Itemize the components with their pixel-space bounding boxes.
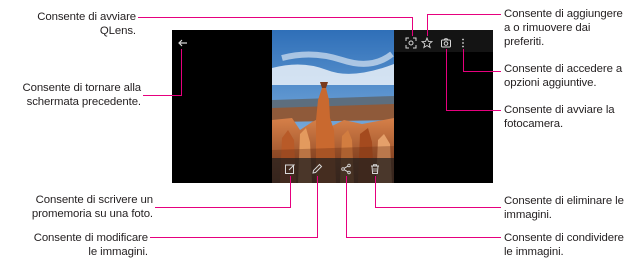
back-leader-line-vertical bbox=[181, 49, 182, 96]
callout-line: Consente di avviare bbox=[37, 11, 136, 23]
memo-leader-line-vertical bbox=[290, 176, 291, 208]
share-icon[interactable] bbox=[340, 163, 352, 175]
favorite-callout: Consente di aggiungere a o rimuovere dai… bbox=[504, 7, 623, 49]
qlens-icon[interactable] bbox=[405, 37, 417, 49]
qlens-leader-line-vertical bbox=[412, 17, 413, 36]
callout-line: immagini. bbox=[504, 209, 552, 221]
camera-leader-line bbox=[446, 110, 501, 111]
callout-line: promemoria su una foto. bbox=[31, 208, 153, 220]
edit-callout: Consente di modificare le immagini. bbox=[34, 231, 148, 259]
callout-line: schermata precedente. bbox=[26, 96, 142, 108]
memo-leader-line bbox=[155, 207, 290, 208]
more-callout: Consente di accedere a opzioni aggiuntiv… bbox=[504, 62, 622, 90]
callout-line: Consente di tornare alla bbox=[22, 82, 141, 94]
delete-leader-line-vertical bbox=[375, 176, 376, 208]
callout-line: Consente di modificare bbox=[33, 232, 148, 244]
delete-leader-line bbox=[375, 207, 501, 208]
callout-line: Consente di scrivere un bbox=[35, 194, 153, 206]
callout-line: Consente di eliminare le bbox=[504, 195, 624, 207]
callout-line: a o rimuovere dai bbox=[504, 22, 591, 34]
callout-line: preferiti. bbox=[504, 36, 545, 48]
callout-line: le immagini. bbox=[88, 246, 148, 258]
callout-line: Consente di condividere bbox=[504, 232, 624, 244]
memo-icon[interactable] bbox=[284, 163, 296, 175]
more-leader-line-vertical bbox=[463, 49, 464, 72]
callout-line: Consente di avviare la bbox=[504, 104, 615, 116]
callout-line: fotocamera. bbox=[504, 118, 564, 130]
more-leader-line bbox=[463, 71, 501, 72]
back-leader-line bbox=[143, 95, 182, 96]
edit-leader-line-vertical bbox=[317, 176, 318, 238]
edit-leader-line bbox=[150, 237, 318, 238]
camera-leader-line-vertical bbox=[446, 49, 447, 111]
more-vertical-icon[interactable] bbox=[457, 37, 469, 49]
camera-callout: Consente di avviare la fotocamera. bbox=[504, 103, 615, 131]
pencil-icon[interactable] bbox=[311, 163, 323, 175]
camera-icon[interactable] bbox=[440, 37, 452, 49]
callout-line: opzioni aggiuntive. bbox=[504, 77, 597, 89]
share-callout: Consente di condividere le immagini. bbox=[504, 231, 624, 259]
favorite-leader-line bbox=[427, 14, 501, 15]
star-icon[interactable] bbox=[421, 37, 433, 49]
callout-line: le immagini. bbox=[504, 246, 564, 258]
delete-callout: Consente di eliminare le immagini. bbox=[504, 194, 624, 222]
back-arrow-icon[interactable] bbox=[177, 37, 189, 49]
callout-line: Consente di accedere a bbox=[504, 63, 623, 75]
share-leader-line bbox=[346, 237, 501, 238]
memo-callout: Consente di scrivere un promemoria su un… bbox=[32, 193, 153, 221]
share-leader-line-vertical bbox=[346, 176, 347, 238]
callout-line: Consente di aggiungere bbox=[504, 8, 623, 20]
trash-icon[interactable] bbox=[369, 163, 381, 175]
back-callout: Consente di tornare alla schermata prece… bbox=[22, 81, 141, 109]
qlens-leader-line bbox=[138, 17, 413, 18]
qlens-callout: Consente di avviare QLens. bbox=[37, 10, 136, 38]
favorite-leader-line-vertical bbox=[427, 14, 428, 36]
callout-line: QLens. bbox=[99, 25, 136, 37]
